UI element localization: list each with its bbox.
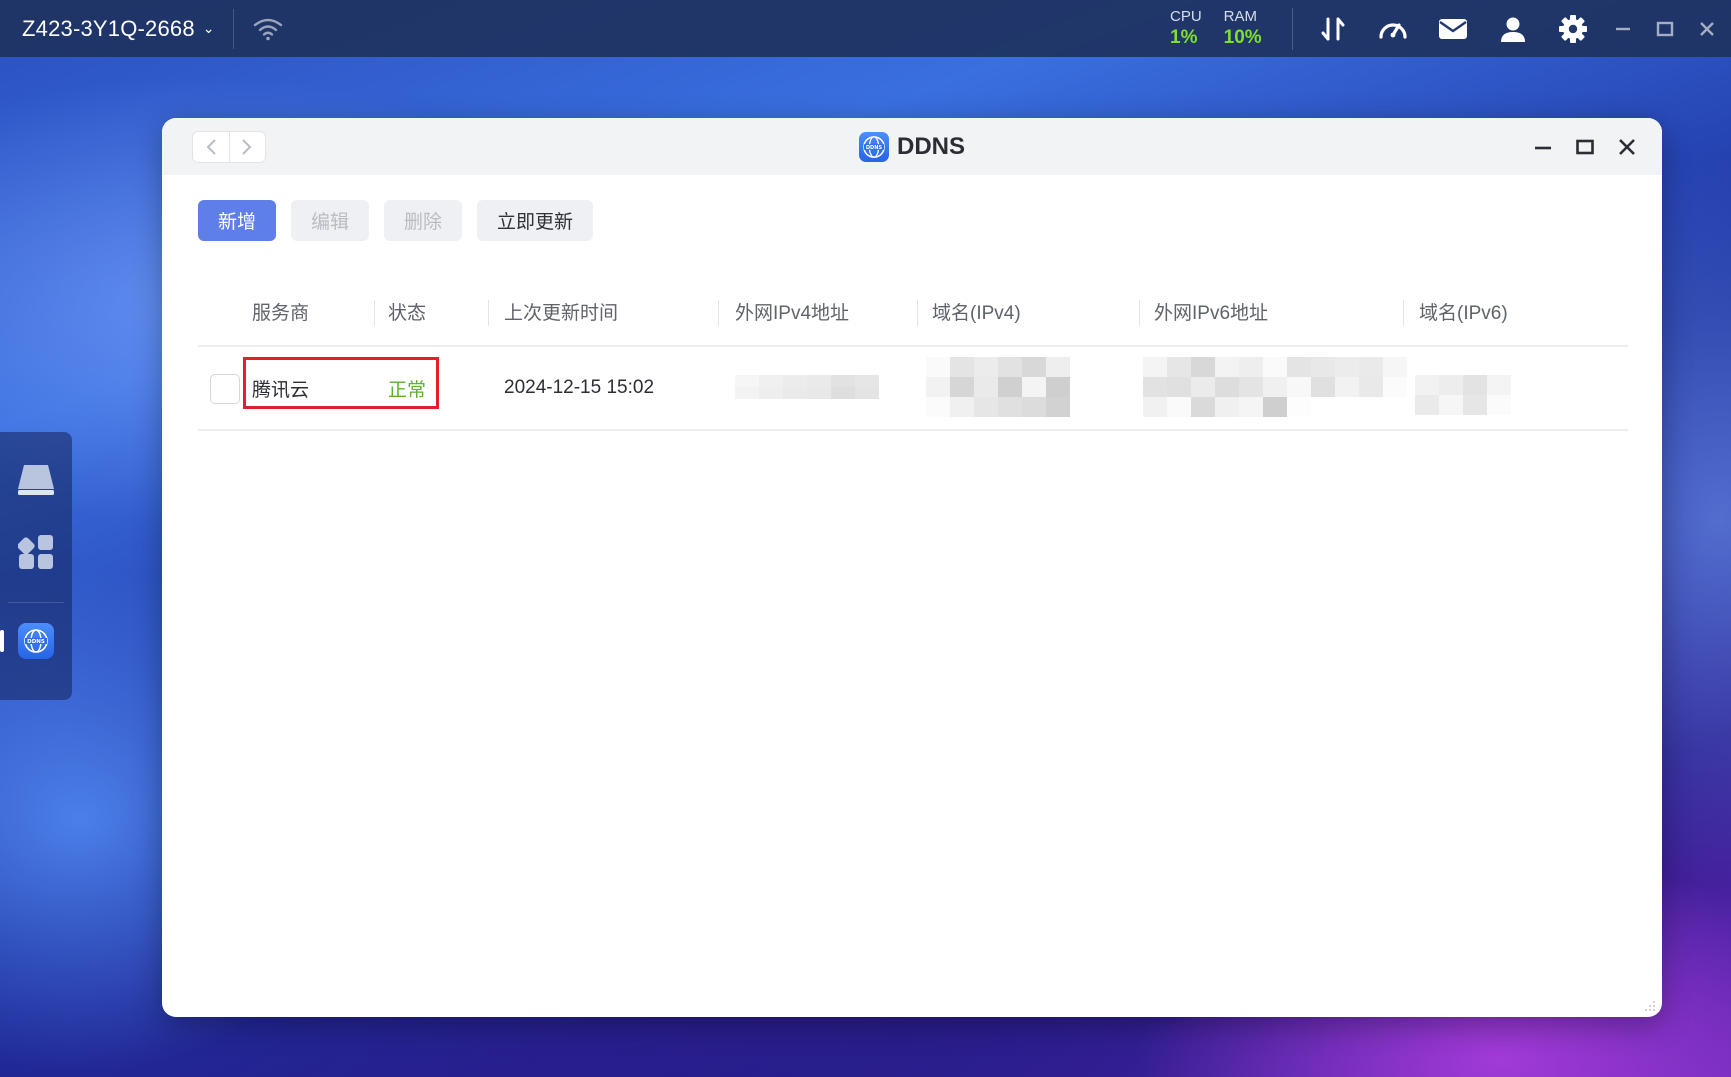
chevron-down-icon: ⌄ [202, 20, 215, 36]
transfer-icon[interactable] [1316, 12, 1350, 46]
add-button[interactable]: 新增 [198, 200, 276, 241]
user-icon[interactable] [1496, 12, 1530, 46]
update-now-button[interactable]: 立即更新 [477, 200, 593, 241]
device-selector[interactable]: Z423-3Y1Q-2668 ⌄ [22, 16, 215, 42]
ipv4-cell-redacted [735, 375, 879, 399]
resize-grip-icon[interactable] [1644, 999, 1656, 1011]
domain-ipv4-cell-redacted [926, 357, 1070, 417]
ddns-table: 服务商 状态 上次更新时间 外网IPv4地址 域名(IPv4) 外网IPv6地址… [198, 278, 1628, 431]
column-header-domain-ipv6[interactable]: 域名(IPv6) [1419, 278, 1508, 345]
desktop: Z423-3Y1Q-2668 ⌄ CPU 1% RAM 10% DDNS DDN… [0, 0, 1731, 1077]
ram-label: RAM [1223, 8, 1258, 25]
window-title-area: DDNS DDNS [162, 118, 1662, 175]
svg-text:DDNS: DDNS [27, 639, 45, 645]
column-divider [488, 300, 489, 326]
ddns-icon: DDNS [858, 131, 889, 162]
apps-grid-icon[interactable] [16, 532, 56, 572]
active-indicator [0, 630, 4, 652]
table-row[interactable]: 腾讯云 正常 2024-12-15 15:02 [198, 347, 1628, 431]
column-header-ipv4[interactable]: 外网IPv4地址 [735, 278, 849, 345]
side-dock: DDNS [0, 432, 72, 700]
ram-value: 10% [1223, 27, 1262, 48]
highlight-box [243, 357, 439, 409]
cpu-value: 1% [1170, 27, 1198, 48]
column-divider [917, 300, 918, 326]
system-stats: CPU 1% RAM 10% [1170, 9, 1262, 47]
gear-icon[interactable] [1556, 12, 1590, 46]
column-header-last-update[interactable]: 上次更新时间 [504, 278, 618, 345]
ddns-window: DDNS DDNS 新增 编辑 删除 立即更新 服务商 状态 上次更新时间 外网… [162, 118, 1662, 1017]
column-header-domain-ipv4[interactable]: 域名(IPv4) [932, 278, 1021, 345]
column-header-status[interactable]: 状态 [388, 278, 426, 345]
maximize-button[interactable] [1574, 136, 1596, 158]
close-button[interactable] [1616, 136, 1638, 158]
cpu-stat: CPU 1% [1170, 9, 1202, 47]
row-checkbox[interactable] [210, 374, 240, 404]
dock-divider [8, 602, 64, 603]
speedometer-icon[interactable] [1376, 12, 1410, 46]
desktop-window-controls [1611, 0, 1719, 57]
column-divider [374, 300, 375, 326]
ddns-app-icon[interactable]: DDNS [16, 621, 56, 661]
top-bar: Z423-3Y1Q-2668 ⌄ CPU 1% RAM 10% [0, 0, 1731, 57]
mail-icon[interactable] [1436, 12, 1470, 46]
divider [232, 8, 234, 49]
minimize-button[interactable] [1532, 136, 1554, 158]
column-header-provider[interactable]: 服务商 [252, 278, 309, 345]
column-divider [1139, 300, 1140, 326]
divider [1292, 8, 1293, 50]
ipv6-cell-redacted [1143, 357, 1407, 417]
domain-ipv6-cell-redacted [1415, 375, 1511, 415]
column-divider [718, 300, 719, 326]
window-controls [1532, 118, 1638, 175]
window-title: DDNS [896, 132, 965, 160]
delete-button[interactable]: 删除 [384, 200, 462, 241]
device-name: Z423-3Y1Q-2668 [22, 15, 195, 41]
topbar-icons [1316, 0, 1590, 57]
close-icon[interactable] [1695, 17, 1719, 41]
toolbar: 新增 编辑 删除 立即更新 [198, 200, 593, 241]
maximize-icon[interactable] [1653, 17, 1677, 41]
wifi-icon[interactable] [252, 13, 284, 45]
column-header-ipv6[interactable]: 外网IPv6地址 [1154, 278, 1268, 345]
edit-button[interactable]: 编辑 [291, 200, 369, 241]
storage-icon[interactable] [16, 460, 56, 500]
cpu-label: CPU [1170, 8, 1202, 25]
table-header: 服务商 状态 上次更新时间 外网IPv4地址 域名(IPv4) 外网IPv6地址… [198, 278, 1628, 347]
ddns-icon-text: DDNS [866, 144, 883, 150]
last-update-cell: 2024-12-15 15:02 [504, 377, 655, 398]
minimize-icon[interactable] [1611, 17, 1635, 41]
window-titlebar[interactable]: DDNS DDNS [162, 118, 1662, 175]
ram-stat: RAM 10% [1224, 9, 1262, 47]
column-divider [1403, 300, 1404, 326]
